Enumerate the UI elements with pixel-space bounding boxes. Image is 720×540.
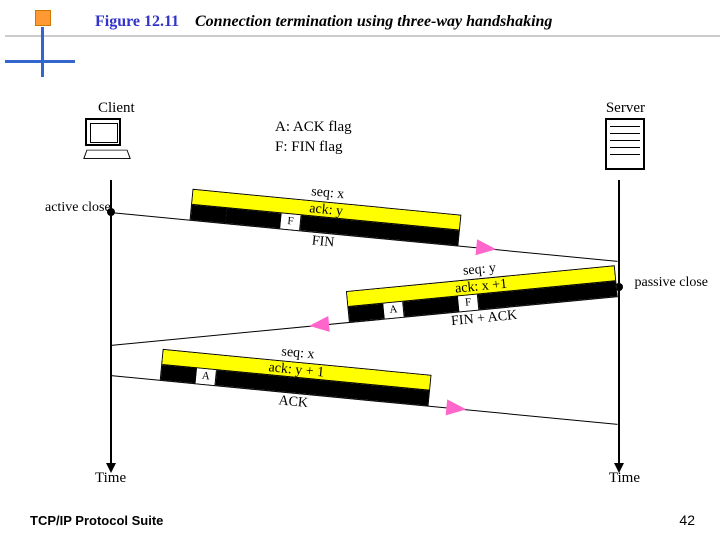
legend-ack: A: ACK flag bbox=[275, 118, 352, 138]
client-computer-icon bbox=[85, 118, 139, 168]
active-close-label: active close bbox=[45, 200, 111, 215]
bullet-icon bbox=[35, 10, 51, 26]
header-underline bbox=[5, 35, 720, 37]
page-number: 42 bbox=[679, 512, 695, 528]
time-label-right: Time bbox=[609, 470, 640, 487]
segment-ack: seq: x ack: y + 1 A ACK bbox=[110, 375, 618, 424]
footer-suite: TCP/IP Protocol Suite bbox=[30, 513, 163, 528]
flag-legend: A: ACK flag F: FIN flag bbox=[275, 118, 352, 157]
header-accent-v bbox=[41, 27, 44, 77]
arrow-right-icon bbox=[476, 239, 497, 257]
header-accent-h bbox=[5, 60, 75, 63]
termination-diagram: Client Server A: ACK flag F: FIN flag Ti… bbox=[60, 100, 660, 480]
passive-close-label: passive close bbox=[635, 275, 708, 290]
arrow-right-icon bbox=[446, 399, 467, 417]
server-label: Server bbox=[606, 100, 645, 117]
server-tower-icon bbox=[605, 118, 650, 173]
client-timeline bbox=[110, 180, 112, 465]
legend-fin: F: FIN flag bbox=[275, 138, 352, 158]
segment-fin: seq: x ack: y F FIN bbox=[110, 212, 618, 261]
slide-header: Figure 12.11 Connection termination usin… bbox=[5, 5, 715, 45]
client-label: Client bbox=[98, 100, 135, 117]
time-label-left: Time bbox=[95, 470, 126, 487]
server-timeline bbox=[618, 180, 620, 465]
figure-number: Figure 12.11 bbox=[95, 13, 179, 31]
arrow-left-icon bbox=[308, 316, 329, 334]
figure-title: Connection termination using three-way h… bbox=[195, 13, 552, 31]
